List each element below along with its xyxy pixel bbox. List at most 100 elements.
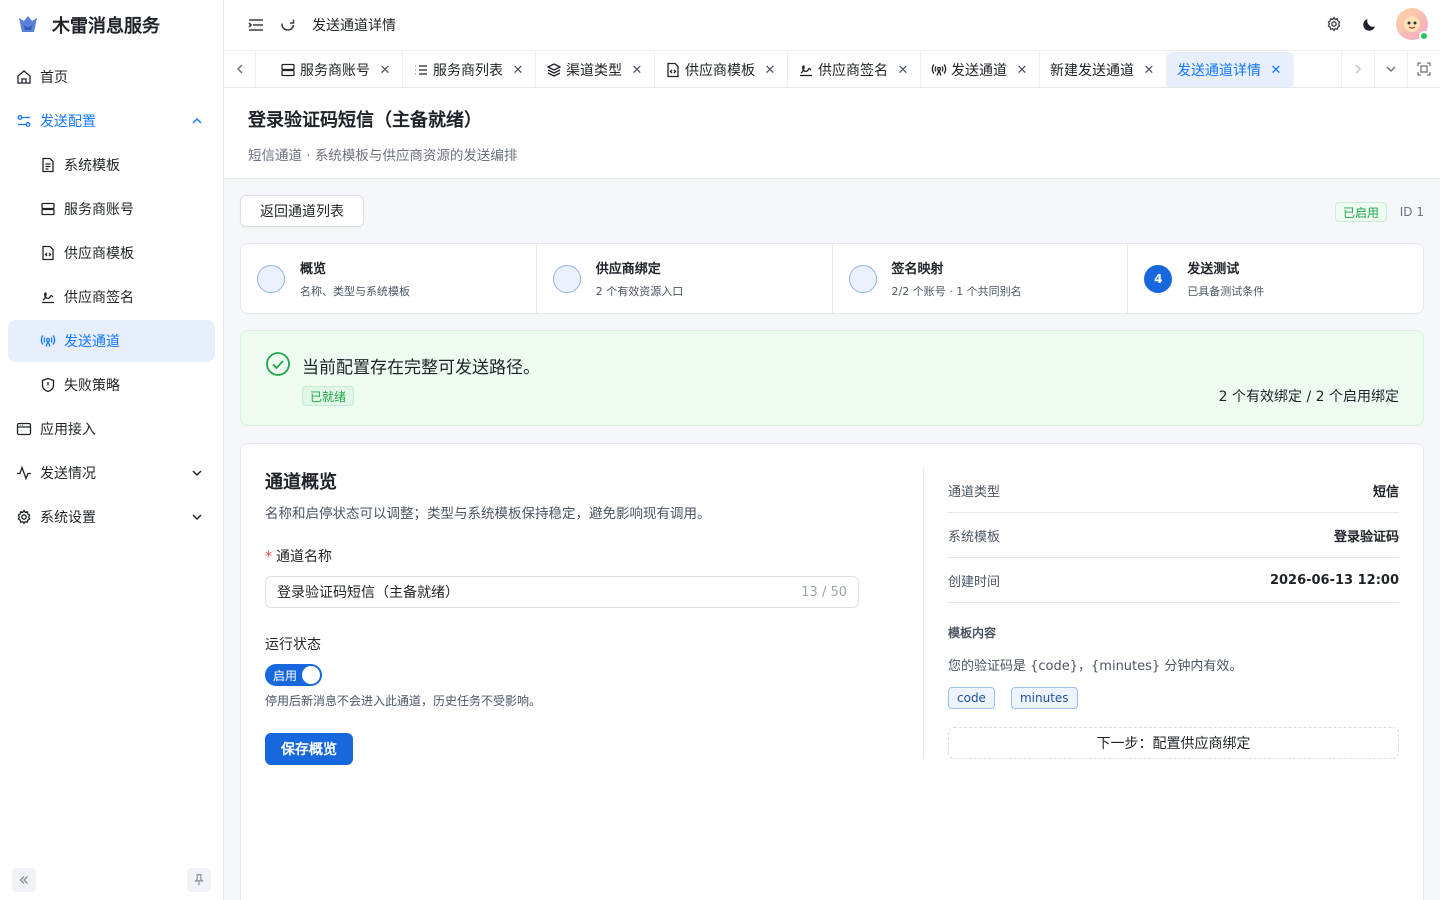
field-label-text: 通道名称 <box>276 549 332 565</box>
back-to-list-button[interactable]: 返回通道列表 <box>240 195 364 227</box>
app-window-icon <box>16 421 32 437</box>
pin-icon[interactable] <box>187 868 211 892</box>
shield-alert-icon <box>40 377 56 393</box>
page-breadcrumb: 发送通道详情 <box>312 18 396 34</box>
sidebar-item-label: 系统设置 <box>40 510 96 526</box>
close-icon[interactable]: ✕ <box>1269 63 1283 78</box>
sidebar-item-label: 发送情况 <box>40 466 96 482</box>
sidebar-item-home[interactable]: 首页 <box>8 56 215 98</box>
tab-label: 供应商模板 <box>685 63 755 79</box>
close-icon[interactable]: ✕ <box>896 63 910 78</box>
step-overview[interactable]: 概览 名称、类型与系统模板 <box>241 244 537 313</box>
template-variables: code minutes <box>948 687 1399 709</box>
online-status-dot <box>1419 31 1429 41</box>
step-provider-binding[interactable]: 供应商绑定 2 个有效资源入口 <box>537 244 833 313</box>
tab-label: 服务商账号 <box>300 63 370 79</box>
variable-chip: code <box>948 687 995 709</box>
file-text-icon <box>40 157 56 173</box>
signature-icon <box>40 289 56 305</box>
overview-description: 名称和启停状态可以调整；类型与系统模板保持稳定，避免影响现有调用。 <box>265 506 711 522</box>
enable-toggle[interactable]: 启用 <box>265 664 322 686</box>
tab-list: 服务商账号 ✕ 服务商列表 ✕ 渠道类型 ✕ 供应商模板 ✕ 供应商签名 ✕ 发… <box>256 51 1341 87</box>
detail-row-system-template: 系统模板 登录验证码 <box>948 513 1399 558</box>
close-icon[interactable]: ✕ <box>511 63 525 78</box>
sidebar-item-supplier-signature[interactable]: 供应商签名 <box>8 276 215 318</box>
step-send-test[interactable]: 4 发送测试 已具备测试条件 <box>1128 244 1423 313</box>
ready-badge: 已就绪 <box>302 386 355 406</box>
gear-icon[interactable] <box>1318 8 1350 40</box>
refresh-icon[interactable] <box>272 9 304 41</box>
detail-value: 登录验证码 <box>1333 529 1399 545</box>
chevron-down-icon <box>189 509 205 525</box>
fullscreen-icon[interactable] <box>1407 51 1440 87</box>
save-overview-button[interactable]: 保存概览 <box>265 733 353 765</box>
sidebar-item-app-access[interactable]: 应用接入 <box>8 408 215 450</box>
sidebar-item-label: 供应商模板 <box>64 246 134 262</box>
page-title: 登录验证码短信（主备就绪） <box>248 110 482 131</box>
main-content: 返回通道列表 已启用 ID 1 概览 名称、类型与系统模板 供应商绑定 2 个有… <box>240 179 1424 900</box>
tab-channel-type[interactable]: 渠道类型 ✕ <box>536 52 655 87</box>
close-icon[interactable]: ✕ <box>378 63 392 78</box>
menu-toggle-icon[interactable] <box>240 9 272 41</box>
channel-name-label: * 通道名称 <box>265 546 859 566</box>
tab-label: 发送通道 <box>951 63 1007 79</box>
sidebar-footer <box>12 868 211 892</box>
sidebar: 木雷消息服务 首页 发送配置 系统模板 服务商账号 供应商模板 供应商签名 发送… <box>0 0 224 900</box>
sidebar-item-label: 系统模板 <box>64 158 120 174</box>
sidebar-item-label: 发送通道 <box>64 334 120 350</box>
required-mark: * <box>265 549 272 565</box>
app-name: 木雷消息服务 <box>52 16 160 37</box>
brand[interactable]: 木雷消息服务 <box>0 0 223 50</box>
run-status-label: 运行状态 <box>265 637 321 653</box>
channel-name-input[interactable]: 登录验证码短信（主备就绪） 13 / 50 <box>265 576 859 608</box>
tab-send-channel-detail[interactable]: 发送通道详情 ✕ <box>1167 52 1294 87</box>
top-header: 发送通道详情 <box>224 0 1440 50</box>
template-content: 您的验证码是 {code}，{minutes} 分钟内有效。 <box>948 659 1243 674</box>
avatar[interactable] <box>1396 8 1429 41</box>
tab-supplier-template[interactable]: 供应商模板 ✕ <box>655 52 788 87</box>
tab-supplier-signature[interactable]: 供应商签名 ✕ <box>788 52 921 87</box>
tab-send-channel[interactable]: 发送通道 ✕ <box>921 52 1040 87</box>
sidebar-item-system-settings[interactable]: 系统设置 <box>8 496 215 538</box>
close-icon[interactable]: ✕ <box>630 63 644 78</box>
step-title: 供应商绑定 <box>595 262 661 277</box>
sidebar-item-label: 失败策略 <box>64 378 120 394</box>
sidebar-item-supplier-template[interactable]: 供应商模板 <box>8 232 215 274</box>
step-desc: 名称、类型与系统模板 <box>300 285 410 298</box>
close-icon[interactable]: ✕ <box>1142 63 1156 78</box>
activity-icon <box>16 465 32 481</box>
dark-mode-moon-icon[interactable] <box>1354 8 1386 40</box>
tab-new-send-channel[interactable]: 新建发送通道 ✕ <box>1040 52 1167 87</box>
tab-provider-list[interactable]: 服务商列表 ✕ <box>403 52 536 87</box>
step-indicator <box>552 264 581 293</box>
close-icon[interactable]: ✕ <box>763 63 777 78</box>
overview-card: 通道概览 名称和启停状态可以调整；类型与系统模板保持稳定，避免影响现有调用。 *… <box>240 443 1424 900</box>
step-signature-mapping[interactable]: 签名映射 2/2 个账号 · 1 个共同别名 <box>833 244 1129 313</box>
broadcast-icon <box>40 333 56 349</box>
sidebar-item-send-status[interactable]: 发送情况 <box>8 452 215 494</box>
collapse-sidebar-icon[interactable] <box>12 868 36 892</box>
sidebar-item-provider-account[interactable]: 服务商账号 <box>8 188 215 230</box>
tab-provider-account[interactable]: 服务商账号 ✕ <box>270 52 403 87</box>
close-icon[interactable]: ✕ <box>1015 63 1029 78</box>
home-icon <box>16 69 32 85</box>
tab-label: 发送通道详情 <box>1177 63 1261 79</box>
next-step-button[interactable]: 下一步：配置供应商绑定 <box>948 727 1399 759</box>
sidebar-item-system-template[interactable]: 系统模板 <box>8 144 215 186</box>
tab-scroll-left-icon[interactable] <box>224 51 256 87</box>
sidebar-item-send-channel[interactable]: 发送通道 <box>8 320 215 362</box>
sidebar-item-label: 应用接入 <box>40 422 96 438</box>
sidebar-item-label: 首页 <box>40 70 68 86</box>
sidebar-item-failure-strategy[interactable]: 失败策略 <box>8 364 215 406</box>
sidebar-item-send-config[interactable]: 发送配置 <box>8 100 215 142</box>
step-title: 发送测试 <box>1187 262 1240 277</box>
tab-menu-chevron-down-icon[interactable] <box>1374 51 1407 87</box>
status-badge: 已启用 <box>1334 202 1387 222</box>
page-subtitle: 短信通道 · 系统模板与供应商资源的发送编排 <box>248 148 518 164</box>
file-code-icon <box>40 245 56 261</box>
binding-summary: 2 个有效绑定 / 2 个启用绑定 <box>1218 389 1399 405</box>
layers-icon <box>546 62 562 78</box>
disable-hint: 停用后新消息不会进入此通道，历史任务不受影响。 <box>265 694 542 708</box>
tab-scroll-right-icon[interactable] <box>1341 51 1374 87</box>
steps-nav: 概览 名称、类型与系统模板 供应商绑定 2 个有效资源入口 签名映射 2/2 个… <box>240 243 1424 314</box>
